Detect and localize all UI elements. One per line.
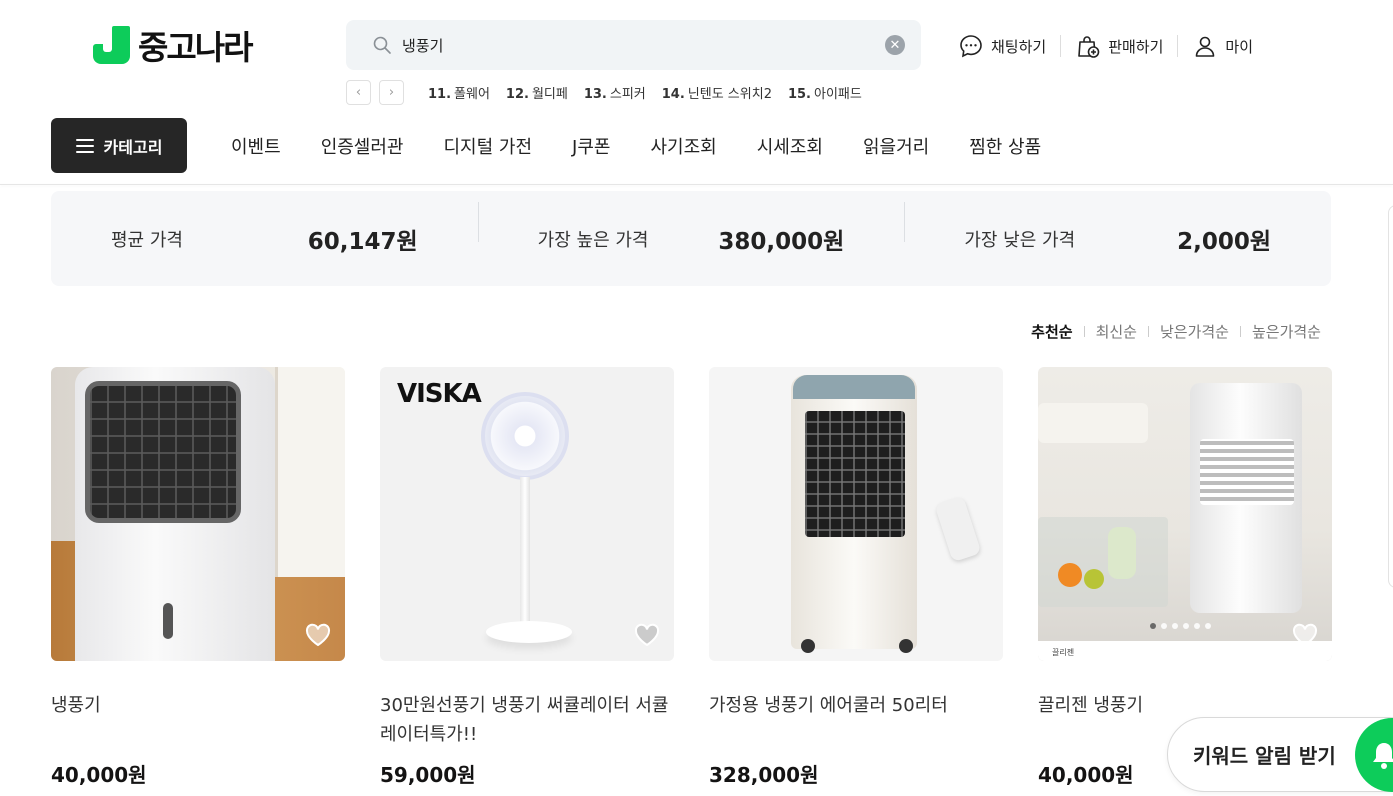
sort-options: 추천순 최신순 낮은가격순 높은가격순 — [1031, 321, 1321, 342]
product-card[interactable]: 냉풍기 40,000원 — [51, 367, 345, 788]
header-actions: 채팅하기 판매하기 마이 — [958, 32, 1253, 60]
category-label: 카테고리 — [103, 137, 163, 157]
chevron-right-icon[interactable]: › — [379, 80, 404, 105]
nav-item-coupon[interactable]: J쿠폰 — [572, 133, 610, 159]
hamburger-icon — [75, 138, 94, 153]
sort-recommended[interactable]: 추천순 — [1031, 321, 1072, 342]
highest-price: 가장 높은 가격 380,000원 — [477, 201, 905, 256]
carousel-dots[interactable] — [1150, 623, 1211, 629]
highest-price-value: 380,000원 — [718, 228, 845, 255]
product-title[interactable]: 가정용 냉풍기 에어쿨러 50리터 — [709, 691, 1003, 749]
clear-search-icon[interactable]: ✕ — [885, 35, 905, 55]
keyword-link[interactable]: 11. 폴웨어 — [428, 83, 490, 102]
sell-bag-icon — [1078, 36, 1100, 58]
search-icon — [373, 36, 391, 54]
logo-mark-icon — [93, 26, 130, 64]
brand-logo: VISKA — [397, 379, 482, 409]
chat-icon — [960, 35, 982, 58]
nav-item-certified-seller[interactable]: 인증셀러관 — [321, 133, 404, 159]
nav-item-market-price[interactable]: 시세조회 — [757, 133, 823, 159]
category-button[interactable]: 카테고리 — [51, 118, 187, 173]
search-input[interactable] — [402, 36, 885, 54]
image-caption: 끌리젠 — [1038, 641, 1332, 661]
product-image[interactable] — [709, 367, 1003, 661]
product-price: 59,000원 — [380, 763, 476, 787]
product-title[interactable]: 냉풍기 — [51, 691, 345, 749]
logo-text: 중고나라 — [138, 28, 253, 67]
product-price: 328,000원 — [709, 763, 819, 787]
popular-keywords: ‹ › 11. 폴웨어 12. 월디페 13. 스피커 14. 닌텐도 스위치2 15.… — [346, 80, 862, 105]
keyword-link[interactable]: 13. 스피커 — [584, 83, 646, 102]
keyword-link[interactable]: 12. 월디페 — [506, 83, 568, 102]
heart-icon[interactable] — [305, 623, 331, 647]
product-image[interactable]: VISKA — [380, 367, 674, 661]
product-title[interactable]: 30만원선풍기 냉풍기 써큘레이터 서큘레이터특가!! — [380, 691, 674, 749]
sort-price-high[interactable]: 높은가격순 — [1252, 321, 1321, 342]
sort-divider — [1239, 326, 1241, 337]
sort-latest[interactable]: 최신순 — [1096, 321, 1137, 342]
product-image[interactable]: 끌리젠 — [1038, 367, 1332, 661]
nav-item-reading[interactable]: 읽을거리 — [863, 133, 929, 159]
product-price: 40,000원 — [51, 763, 147, 787]
keyword-alert-label: 키워드 알림 받기 — [1193, 744, 1336, 768]
keyword-link[interactable]: 14. 닌텐도 스위치2 — [662, 83, 772, 102]
header-divider — [1177, 35, 1179, 57]
price-summary: 평균 가격 60,147원 가장 높은 가격 380,000원 가장 낮은 가격… — [51, 191, 1331, 286]
product-card[interactable]: VISKA 30만원선풍기 냉풍기 써큘레이터 서큘레이터특가!! 59,000… — [380, 367, 674, 788]
nav-item-fraud-check[interactable]: 사기조회 — [650, 133, 716, 159]
lowest-price: 가장 낮은 가격 2,000원 — [904, 201, 1331, 256]
nav-item-event[interactable]: 이벤트 — [231, 133, 281, 159]
average-price-value: 60,147원 — [307, 228, 418, 255]
lowest-price-value: 2,000원 — [1177, 228, 1272, 255]
keyword-link[interactable]: 15. 아이패드 — [788, 83, 862, 102]
nav-item-wishlist[interactable]: 찜한 상품 — [969, 133, 1041, 159]
side-panel-edge — [1388, 205, 1393, 588]
sort-price-low[interactable]: 낮은가격순 — [1160, 321, 1229, 342]
highest-price-label: 가장 높은 가격 — [537, 229, 649, 251]
sort-divider — [1147, 326, 1149, 337]
chat-label: 채팅하기 — [991, 37, 1047, 56]
nav-item-digital[interactable]: 디지털 가전 — [444, 133, 533, 159]
chat-button[interactable]: 채팅하기 — [958, 33, 1046, 59]
average-price: 평균 가격 60,147원 — [51, 222, 478, 256]
product-card[interactable]: 가정용 냉풍기 에어쿨러 50리터 328,000원 — [709, 367, 1003, 788]
product-image[interactable] — [51, 367, 345, 661]
heart-icon[interactable] — [1292, 623, 1318, 647]
header-divider-line — [0, 184, 1393, 185]
chevron-left-icon[interactable]: ‹ — [346, 80, 371, 105]
user-icon — [1196, 36, 1215, 57]
header-divider — [1060, 35, 1062, 57]
search-bar[interactable]: ✕ — [346, 20, 921, 70]
average-price-label: 평균 가격 — [111, 229, 183, 251]
lowest-price-label: 가장 낮은 가격 — [964, 229, 1076, 251]
main-nav: 카테고리 이벤트 인증셀러관 디지털 가전 J쿠폰 사기조회 시세조회 읽을거리… — [51, 118, 1041, 173]
my-page-button[interactable]: 마이 — [1192, 33, 1253, 59]
logo[interactable]: 중고나라 — [93, 26, 253, 67]
heart-icon[interactable] — [634, 623, 660, 647]
bell-icon — [1373, 743, 1393, 769]
my-page-label: 마이 — [1225, 37, 1254, 56]
sell-label: 판매하기 — [1108, 37, 1164, 56]
sell-button[interactable]: 판매하기 — [1075, 33, 1163, 59]
sort-divider — [1083, 326, 1085, 337]
product-grid: 냉풍기 40,000원 VISKA 30만원선풍기 냉풍기 써큘레이터 서큘레이… — [51, 367, 1332, 788]
